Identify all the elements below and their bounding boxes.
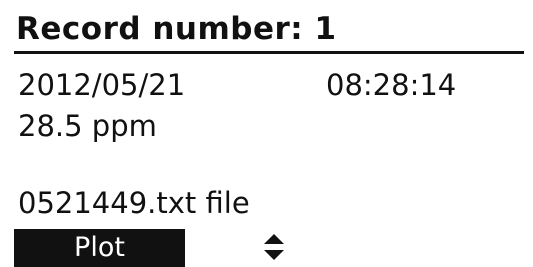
record-file: 0521449.txt file — [18, 186, 250, 220]
lcd-screen: Record number: 1 2012/05/21 08:28:14 28.… — [0, 0, 533, 267]
up-down-arrows-icon-graphic — [264, 234, 284, 260]
title-divider — [14, 51, 524, 54]
up-down-arrows-icon[interactable] — [262, 232, 286, 262]
record-reading: 28.5 ppm — [18, 109, 157, 143]
record-title: Record number: 1 — [16, 11, 337, 47]
record-date: 2012/05/21 — [18, 68, 186, 102]
plot-button[interactable]: Plot — [14, 229, 185, 267]
record-time: 08:28:14 — [326, 68, 457, 102]
